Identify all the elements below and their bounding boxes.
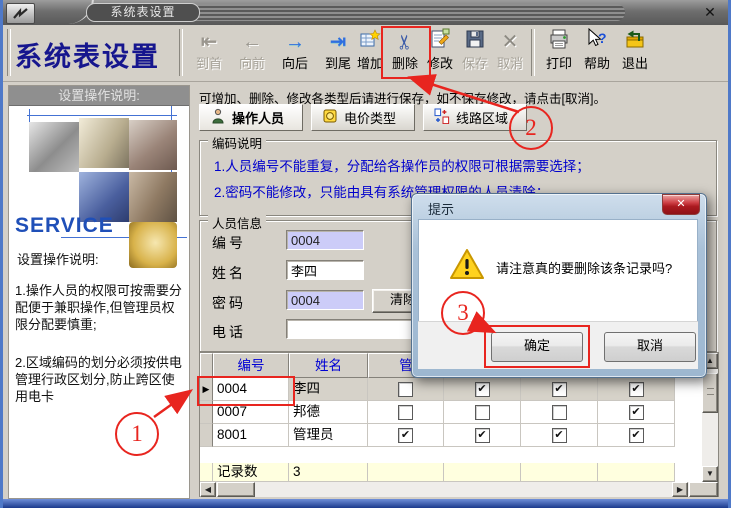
separator <box>179 29 183 76</box>
nav-next-icon: → <box>275 28 315 56</box>
scroll-right-icon[interactable]: ▶ <box>672 482 688 497</box>
checkbox[interactable] <box>475 382 490 397</box>
checkbox[interactable] <box>398 382 413 397</box>
photo-watch <box>129 222 177 268</box>
window-close-icon[interactable]: ✕ <box>701 4 719 20</box>
dialog-close-icon[interactable]: ✕ <box>662 194 700 215</box>
dialog-title: 提示 <box>428 199 454 218</box>
page-title: 系统表设置 <box>15 35 173 74</box>
titlebar-stripes <box>195 4 625 21</box>
svg-text:?: ? <box>598 30 607 46</box>
price-type-icon <box>322 108 338 127</box>
toolbar-first-button: ⇤ 到首 <box>189 28 229 78</box>
annotation-step-3: 3 <box>441 291 485 335</box>
checkbox[interactable] <box>552 382 567 397</box>
dialog-cancel-button[interactable]: 取消 <box>604 332 696 362</box>
id-field[interactable] <box>286 230 364 250</box>
record-count-value: 3 <box>289 463 368 482</box>
record-count-label: 记录数 <box>213 463 289 482</box>
separator <box>531 29 535 76</box>
decor-line <box>27 115 177 116</box>
sidebar: 设置操作说明: SERVICE 设置操作说明: 1.操作人员的权限可按需要分配便… <box>8 85 190 499</box>
sidebar-note-2: 2.区域编码的划分必须按供电管理行政区划分,防止跨区使用电卡 <box>15 354 183 405</box>
toolbar-print-button[interactable]: 打印 <box>539 28 579 78</box>
scroll-corner <box>689 482 718 497</box>
app-logo-icon[interactable] <box>6 3 35 24</box>
checkbox[interactable] <box>475 428 490 443</box>
tab-price-type[interactable]: 电价类型 <box>311 104 415 131</box>
checkbox[interactable] <box>552 428 567 443</box>
help-icon: ? <box>577 28 617 56</box>
horizontal-scroll-thumb[interactable] <box>217 482 255 497</box>
cell-name[interactable]: 李四 <box>289 378 368 401</box>
toolbar-save-button: 保存 <box>455 28 495 78</box>
person-groupbox-title: 人员信息 <box>208 213 266 232</box>
coding-line-1: 1.人员编号不能重复，分配给各操作员的权限可根据需要选择； <box>214 155 590 175</box>
sidebar-note-1: 1.操作人员的权限可按需要分配便于兼职操作,但管理员权限分配要慎重; <box>15 282 183 333</box>
horizontal-scrollbar[interactable] <box>200 482 702 497</box>
service-text: SERVICE <box>15 214 114 238</box>
checkbox[interactable] <box>629 382 644 397</box>
photo-suit <box>129 172 177 222</box>
cancel-x-icon: ✕ <box>490 28 530 56</box>
nav-first-icon: ⇤ <box>189 28 229 56</box>
grid-header-name: 姓名 <box>289 353 368 378</box>
window-bottom-border <box>0 499 731 508</box>
toolbar-next-button[interactable]: → 向后 <box>275 28 315 78</box>
toolbar-exit-button[interactable]: 退出 <box>615 28 655 78</box>
id-label: 编号 <box>212 233 246 253</box>
nav-prev-icon: ← <box>232 28 272 56</box>
vertical-scroll-thumb[interactable] <box>702 373 718 413</box>
name-label: 姓名 <box>212 263 246 283</box>
toolbar-band: 系统表设置 ⇤ 到首 ← 向前 → 向后 ⇥ 到尾 增加 ✂ 删除 <box>3 25 731 82</box>
checkbox[interactable] <box>629 405 644 420</box>
record-count-row: 记录数 3 <box>200 463 675 482</box>
cell-name[interactable]: 邦德 <box>289 401 368 424</box>
cell-id[interactable]: 8001 <box>213 424 289 447</box>
separator <box>7 29 11 76</box>
annotation-step-1: 1 <box>115 412 159 456</box>
checkbox[interactable] <box>475 405 490 420</box>
photo-stapler <box>29 122 79 172</box>
line-area-icon <box>434 108 450 127</box>
password-label: 密码 <box>212 293 246 313</box>
tab-operators[interactable]: 操作人员 <box>199 104 303 131</box>
toolbar-cancel-button: ✕ 取消 <box>490 28 530 78</box>
sidebar-note-title: 设置操作说明: <box>17 249 99 268</box>
phone-label: 电话 <box>212 322 246 342</box>
toolbar-prev-button: ← 向前 <box>232 28 272 78</box>
exit-icon <box>615 28 655 56</box>
photo-tools <box>129 120 177 170</box>
highlight-rect-ok-button <box>484 325 590 368</box>
highlight-rect-delete-button <box>381 26 431 79</box>
save-floppy-icon <box>455 28 495 56</box>
checkbox[interactable] <box>629 428 644 443</box>
password-field[interactable] <box>286 290 364 310</box>
print-icon <box>539 28 579 56</box>
checkbox[interactable] <box>398 405 413 420</box>
highlight-rect-record-0004 <box>197 376 295 406</box>
table-row[interactable]: 8001 管理员 <box>200 424 675 447</box>
checkbox[interactable] <box>552 405 567 420</box>
coding-groupbox-title: 编码说明 <box>208 133 266 152</box>
window-title: 系统表设置 <box>86 3 200 22</box>
annotation-step-2: 2 <box>509 106 553 150</box>
grid-corner <box>200 353 213 378</box>
dialog-message: 请注意真的要删除该条记录吗? <box>496 258 672 277</box>
cell-name[interactable]: 管理员 <box>289 424 368 447</box>
scroll-down-icon[interactable]: ▼ <box>702 466 718 482</box>
photo-pen <box>79 118 129 168</box>
app-window: 系统表设置 ✕ 系统表设置 ⇤ 到首 ← 向前 → 向后 ⇥ 到尾 增加 <box>0 0 731 508</box>
titlebar: 系统表设置 ✕ <box>0 0 731 26</box>
toolbar-help-button[interactable]: ? 帮助 <box>577 28 617 78</box>
grid-header-id: 编号 <box>213 353 289 378</box>
scroll-left-icon[interactable]: ◀ <box>200 482 216 497</box>
checkbox[interactable] <box>398 428 413 443</box>
person-icon <box>210 108 226 127</box>
sidebar-header: 设置操作说明: <box>9 86 189 106</box>
name-field[interactable] <box>286 260 364 280</box>
warning-icon <box>449 248 485 285</box>
